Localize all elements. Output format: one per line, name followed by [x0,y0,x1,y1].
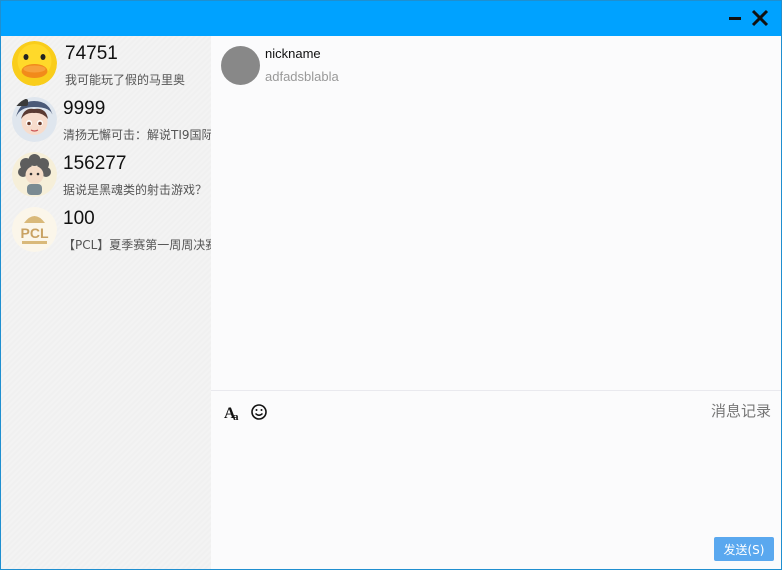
contact-item[interactable]: 156277 据说是黑魂类的射击游戏？ [1,149,211,204]
pcl-logo-avatar: PCL [12,207,57,252]
close-icon[interactable] [749,7,771,29]
contact-item[interactable]: 74751 我可能玩了假的马里奥 [1,39,211,94]
anime-character-avatar [12,97,57,142]
contact-item[interactable]: PCL 100 【PCL】夏季赛第一周周决赛 [1,204,211,259]
chat-window: 74751 我可能玩了假的马里奥 9999 清扬无懈可击：解说TI9国际 156… [0,0,782,570]
sender-avatar [221,46,260,85]
minimize-icon[interactable] [725,7,747,29]
contact-last-message: 我可能玩了假的马里奥 [65,73,186,87]
contact-last-message: 据说是黑魂类的射击游戏？ [63,183,208,197]
contact-item[interactable]: 9999 清扬无懈可击：解说TI9国际 [1,94,211,149]
message-input[interactable] [211,426,781,531]
duck-avatar [12,41,57,86]
title-bar [1,1,781,36]
send-button[interactable]: 发送(S) [714,537,774,561]
contact-count: 156277 [63,153,127,174]
emoji-icon[interactable] [249,402,269,422]
contact-list[interactable]: 74751 我可能玩了假的马里奥 9999 清扬无懈可击：解说TI9国际 156… [1,36,211,569]
svg-text:PCL: PCL [21,225,49,241]
sender-nickname: nickname [265,46,321,61]
contact-count: 9999 [63,98,106,119]
message-text: adfadsblabla [265,69,339,84]
contact-count: 100 [63,208,95,229]
chat-panel: nickname adfadsblabla A a 消息记录 发送(S) [211,36,781,569]
curly-hair-character-avatar [12,152,57,197]
message-history-link[interactable]: 消息记录 [711,402,771,420]
contact-count: 74751 [65,43,118,64]
contact-last-message: 清扬无懈可击：解说TI9国际 [63,128,211,142]
input-divider [211,390,781,391]
font-icon[interactable]: A a [223,402,243,423]
svg-text:a: a [233,411,239,422]
contact-last-message: 【PCL】夏季赛第一周周决赛 [63,238,211,252]
